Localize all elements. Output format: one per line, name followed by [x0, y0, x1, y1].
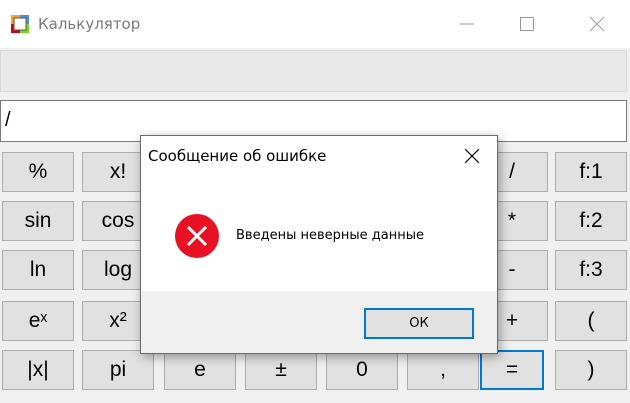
window-title: Калькулятор — [38, 15, 141, 33]
equals-key[interactable]: = — [480, 350, 544, 390]
ln-key[interactable]: ln — [2, 250, 74, 290]
open-paren-key[interactable]: ( — [555, 301, 627, 341]
exp-key[interactable]: eˣ — [2, 301, 74, 341]
function-f3-key[interactable]: f:3 — [555, 250, 627, 290]
dialog-close-button[interactable] — [459, 144, 485, 168]
function-f2-key[interactable]: f:2 — [555, 201, 627, 241]
close-icon — [464, 148, 480, 164]
abs-key[interactable]: |x| — [2, 350, 74, 390]
maximize-button[interactable] — [504, 0, 550, 48]
error-dialog: Сообщение об ошибке Введены неверные дан… — [140, 135, 498, 354]
e-key[interactable]: e — [164, 350, 236, 390]
minimize-button[interactable] — [444, 0, 490, 48]
error-icon — [175, 214, 219, 258]
pi-key[interactable]: pi — [82, 350, 154, 390]
dialog-message: Введены неверные данные — [236, 228, 424, 243]
close-paren-key[interactable]: ) — [555, 350, 627, 390]
maximize-icon — [520, 17, 534, 31]
title-bar: Калькулятор — [0, 0, 630, 48]
close-icon — [589, 16, 605, 32]
dialog-title: Сообщение об ошибке — [148, 147, 327, 165]
plus-minus-key[interactable]: ± — [245, 350, 317, 390]
zero-key[interactable]: 0 — [326, 350, 398, 390]
history-display — [0, 50, 627, 92]
close-button[interactable] — [574, 0, 620, 48]
calculator-app-icon — [11, 15, 29, 33]
percent-key[interactable]: % — [2, 152, 74, 192]
dialog-footer: ОК — [141, 291, 497, 353]
function-f1-key[interactable]: f:1 — [555, 152, 627, 192]
ok-button[interactable]: ОК — [364, 308, 474, 339]
minimize-icon — [460, 23, 474, 25]
sin-key[interactable]: sin — [2, 201, 74, 241]
decimal-key[interactable]: , — [407, 350, 479, 390]
